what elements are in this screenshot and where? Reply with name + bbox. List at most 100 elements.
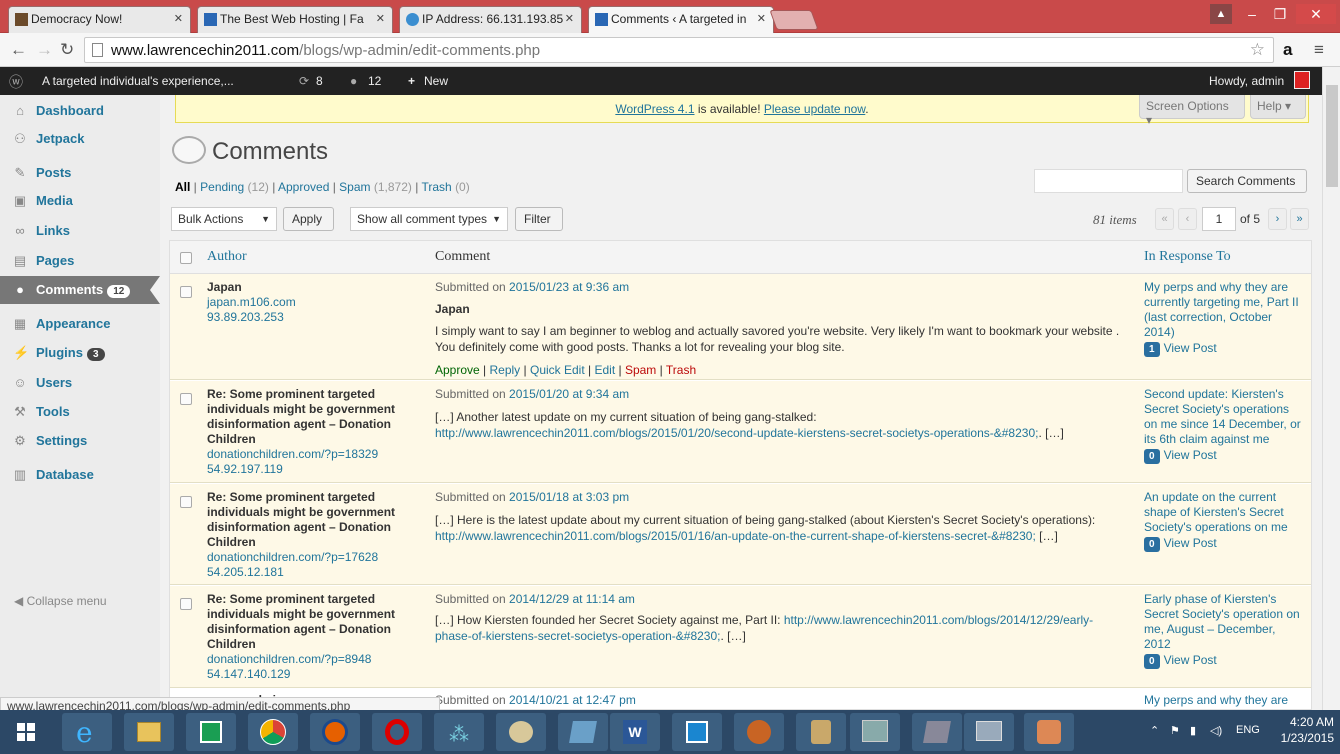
tab-comments[interactable]: Comments ‹ A targeted in ✕ bbox=[588, 6, 774, 33]
tab-democracy-now[interactable]: Democracy Now! ✕ bbox=[8, 6, 191, 33]
bulk-actions-select[interactable]: Bulk Actions ▼ bbox=[171, 207, 277, 231]
close-tab-icon[interactable]: ✕ bbox=[376, 12, 385, 25]
row-checkbox[interactable] bbox=[180, 496, 192, 508]
amazon-extension-icon[interactable]: a bbox=[1283, 40, 1292, 60]
network-users-icon[interactable]: ⁂ bbox=[434, 713, 484, 751]
close-tab-icon[interactable]: ✕ bbox=[757, 12, 766, 25]
help-button[interactable]: Help ▾ bbox=[1250, 95, 1306, 119]
reload-icon[interactable]: ↻ bbox=[60, 40, 74, 60]
response-post-link[interactable]: An update on the current shape of Kierst… bbox=[1144, 490, 1304, 535]
comments-bubble-icon[interactable]: ● bbox=[350, 74, 357, 88]
close-window-button[interactable]: ✕ bbox=[1296, 4, 1336, 24]
comment-date-link[interactable]: 2014/10/21 at 12:47 pm bbox=[509, 693, 636, 707]
view-post[interactable]: 0 View Post bbox=[1144, 536, 1217, 552]
flame-app-icon[interactable] bbox=[734, 713, 784, 751]
update-now-link[interactable]: Please update now bbox=[764, 102, 865, 116]
prev-page-button[interactable]: ‹ bbox=[1178, 208, 1197, 230]
view-post-link[interactable]: View Post bbox=[1164, 536, 1217, 550]
firefox-icon[interactable] bbox=[310, 713, 360, 751]
response-post-link[interactable]: My perps and why they are currently targ… bbox=[1144, 693, 1304, 709]
chrome-icon[interactable] bbox=[248, 713, 298, 751]
spam-link[interactable]: Spam bbox=[625, 363, 656, 377]
col-in-response-to[interactable]: In Response To bbox=[1144, 249, 1231, 265]
comments-count[interactable]: 12 bbox=[368, 74, 381, 88]
media-player-icon[interactable] bbox=[672, 713, 722, 751]
new-content-link[interactable]: New bbox=[424, 74, 448, 88]
sidebar-item-links[interactable]: ∞ Links bbox=[0, 217, 160, 245]
sidebar-item-posts[interactable]: ✎ Posts bbox=[0, 159, 160, 187]
user-profile-icon[interactable]: ▲ bbox=[1210, 4, 1232, 24]
network-icon[interactable]: ▮ bbox=[1190, 724, 1196, 737]
author-url[interactable]: donationchildren.com/?p=8948 bbox=[207, 652, 371, 667]
current-page-input[interactable]: 1 bbox=[1202, 207, 1236, 231]
sidebar-item-database[interactable]: ▥ Database bbox=[0, 461, 160, 489]
col-author[interactable]: Author bbox=[207, 249, 247, 265]
comment-date-link[interactable]: 2015/01/23 at 9:36 am bbox=[509, 280, 629, 294]
wordpress-version-link[interactable]: WordPress 4.1 bbox=[615, 102, 694, 116]
last-page-button[interactable]: » bbox=[1290, 208, 1309, 230]
approve-link[interactable]: Approve bbox=[435, 363, 480, 377]
bookmark-star-icon[interactable]: ☆ bbox=[1250, 40, 1265, 60]
howdy-account-link[interactable]: Howdy, admin bbox=[1209, 74, 1284, 88]
notebook-icon[interactable] bbox=[912, 713, 962, 751]
maximize-button[interactable]: ❐ bbox=[1268, 4, 1292, 24]
chrome-menu-icon[interactable]: ≡ bbox=[1314, 40, 1324, 60]
word-icon[interactable]: W bbox=[610, 713, 660, 751]
first-page-button[interactable]: « bbox=[1155, 208, 1174, 230]
updates-count[interactable]: 8 bbox=[316, 74, 323, 88]
comment-count-badge[interactable]: 0 bbox=[1144, 654, 1160, 669]
screen-options-button[interactable]: Screen Options ▾ bbox=[1139, 95, 1245, 127]
updates-icon[interactable]: ⟳ bbox=[299, 74, 309, 88]
search-comments-button[interactable]: Search Comments bbox=[1187, 169, 1307, 193]
monitor-icon[interactable] bbox=[964, 713, 1014, 751]
filter-pending[interactable]: Pending bbox=[200, 180, 244, 194]
comment-count-badge[interactable]: 1 bbox=[1144, 342, 1160, 357]
sidebar-item-dashboard[interactable]: ⌂ Dashboard bbox=[0, 97, 160, 125]
sidebar-item-media[interactable]: ▣ Media bbox=[0, 187, 160, 215]
comment-text-link[interactable]: http://www.lawrencechin2011.com/blogs/20… bbox=[435, 426, 1038, 440]
opera-icon[interactable] bbox=[372, 713, 422, 751]
language-indicator[interactable]: ENG bbox=[1236, 724, 1260, 736]
filter-all[interactable]: All bbox=[175, 180, 190, 194]
view-post-link[interactable]: View Post bbox=[1164, 448, 1217, 462]
tab-ip-address[interactable]: IP Address: 66.131.193.85 ✕ bbox=[399, 6, 582, 33]
close-tab-icon[interactable]: ✕ bbox=[565, 12, 574, 25]
apply-button[interactable]: Apply bbox=[283, 207, 334, 231]
sidebar-item-pages[interactable]: ▤ Pages bbox=[0, 247, 160, 275]
page-scrollbar[interactable] bbox=[1322, 67, 1340, 710]
internet-explorer-icon[interactable]: e bbox=[62, 713, 112, 751]
new-tab-button[interactable] bbox=[769, 10, 819, 30]
view-post[interactable]: 0 View Post bbox=[1144, 448, 1217, 464]
filter-spam[interactable]: Spam bbox=[339, 180, 370, 194]
plus-icon[interactable]: + bbox=[408, 74, 415, 88]
windows-start-icon[interactable] bbox=[6, 713, 46, 751]
comment-date-link[interactable]: 2014/12/29 at 11:14 am bbox=[509, 592, 635, 606]
search-comments-input[interactable] bbox=[1034, 169, 1183, 193]
author-ip[interactable]: 54.205.12.181 bbox=[207, 565, 378, 580]
comment-count-badge[interactable]: 0 bbox=[1144, 537, 1160, 552]
quick-edit-link[interactable]: Quick Edit bbox=[530, 363, 585, 377]
edit-link[interactable]: Edit bbox=[594, 363, 615, 377]
view-post[interactable]: 1 View Post bbox=[1144, 341, 1217, 357]
wordpress-logo-icon[interactable]: ⓦ bbox=[9, 72, 23, 92]
view-post-link[interactable]: View Post bbox=[1164, 341, 1217, 355]
filter-button[interactable]: Filter bbox=[515, 207, 563, 231]
avatar[interactable] bbox=[1294, 71, 1310, 89]
scrollbar-thumb[interactable] bbox=[1326, 85, 1338, 187]
author-url[interactable]: donationchildren.com/?p=17628 bbox=[207, 550, 378, 565]
tab-web-hosting[interactable]: The Best Web Hosting | Fa ✕ bbox=[197, 6, 393, 33]
collapse-menu[interactable]: ◀ Collapse menu bbox=[14, 594, 107, 608]
view-post[interactable]: 0 View Post bbox=[1144, 653, 1217, 669]
row-checkbox[interactable] bbox=[180, 393, 192, 405]
view-post-link[interactable]: View Post bbox=[1164, 653, 1217, 667]
author-ip[interactable]: 54.147.140.129 bbox=[207, 667, 371, 682]
minimize-button[interactable]: – bbox=[1240, 4, 1264, 24]
colorful-app-icon[interactable] bbox=[1024, 713, 1074, 751]
author-ip[interactable]: 54.92.197.119 bbox=[207, 462, 378, 477]
file-explorer-icon[interactable] bbox=[124, 713, 174, 751]
author-url[interactable]: donationchildren.com/?p=18329 bbox=[207, 447, 378, 462]
filter-approved[interactable]: Approved bbox=[278, 180, 329, 194]
comment-count-badge[interactable]: 0 bbox=[1144, 449, 1160, 464]
author-ip[interactable]: 93.89.203.253 bbox=[207, 310, 296, 325]
app-icon[interactable] bbox=[558, 713, 608, 751]
